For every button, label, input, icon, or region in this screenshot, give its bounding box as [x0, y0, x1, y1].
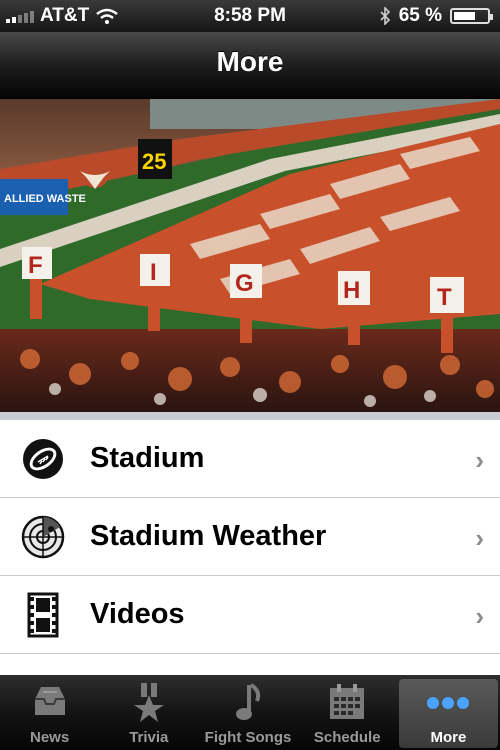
inbox-icon [34, 687, 65, 715]
more-dots-icon [427, 697, 470, 709]
radar-icon [21, 515, 65, 558]
status-bar: AT&T 8:58 PM 65 % [0, 0, 500, 32]
chevron-right-icon: › [475, 523, 484, 553]
chevron-right-icon: › [475, 445, 484, 475]
medal-icon [133, 683, 164, 722]
tab-bar: News Trivia Fight Songs Schedule More [0, 675, 500, 750]
music-note-icon [236, 683, 261, 720]
ad-board-text: ALLIED WASTE [4, 193, 86, 205]
calendar-icon [330, 684, 365, 719]
list-item-label: Stadium Weather [90, 520, 327, 552]
bluetooth-icon [380, 7, 390, 25]
banner-divider [0, 412, 500, 420]
svg-text:H: H [343, 277, 360, 304]
svg-text:G: G [235, 270, 254, 297]
stadium-photo: ALLIED WASTE 25 F I G H T [0, 99, 500, 412]
page-title: More [216, 46, 284, 77]
list-item-videos[interactable]: Videos › [0, 576, 500, 654]
tab-more[interactable]: More [398, 679, 499, 748]
tab-news[interactable]: News [0, 675, 99, 750]
banner-photo: ALLIED WASTE 25 F I G H T [0, 99, 500, 412]
list-item-label: Stadium [90, 442, 205, 474]
svg-text:T: T [437, 284, 452, 311]
list-item-partial[interactable] [0, 654, 500, 675]
more-list: Stadium › Stadium Weather › Videos › [0, 420, 500, 675]
list-item-label: Videos [90, 598, 185, 630]
list-item-stadium[interactable]: Stadium › [0, 420, 500, 498]
tab-trivia[interactable]: Trivia [99, 675, 198, 750]
battery-icon [450, 8, 493, 24]
football-icon [23, 438, 63, 479]
tab-fight-songs[interactable]: Fight Songs [198, 675, 297, 750]
svg-text:F: F [28, 252, 43, 279]
battery-percent: 65 % [398, 5, 442, 26]
navigation-bar: More [0, 32, 500, 99]
status-right: 65 % [379, 5, 493, 27]
chevron-right-icon: › [475, 601, 484, 631]
list-item-stadium-weather[interactable]: Stadium Weather › [0, 498, 500, 576]
svg-text:I: I [150, 259, 157, 286]
play-clock: 25 [142, 149, 166, 174]
film-icon [27, 592, 59, 637]
tab-schedule[interactable]: Schedule [298, 675, 397, 750]
